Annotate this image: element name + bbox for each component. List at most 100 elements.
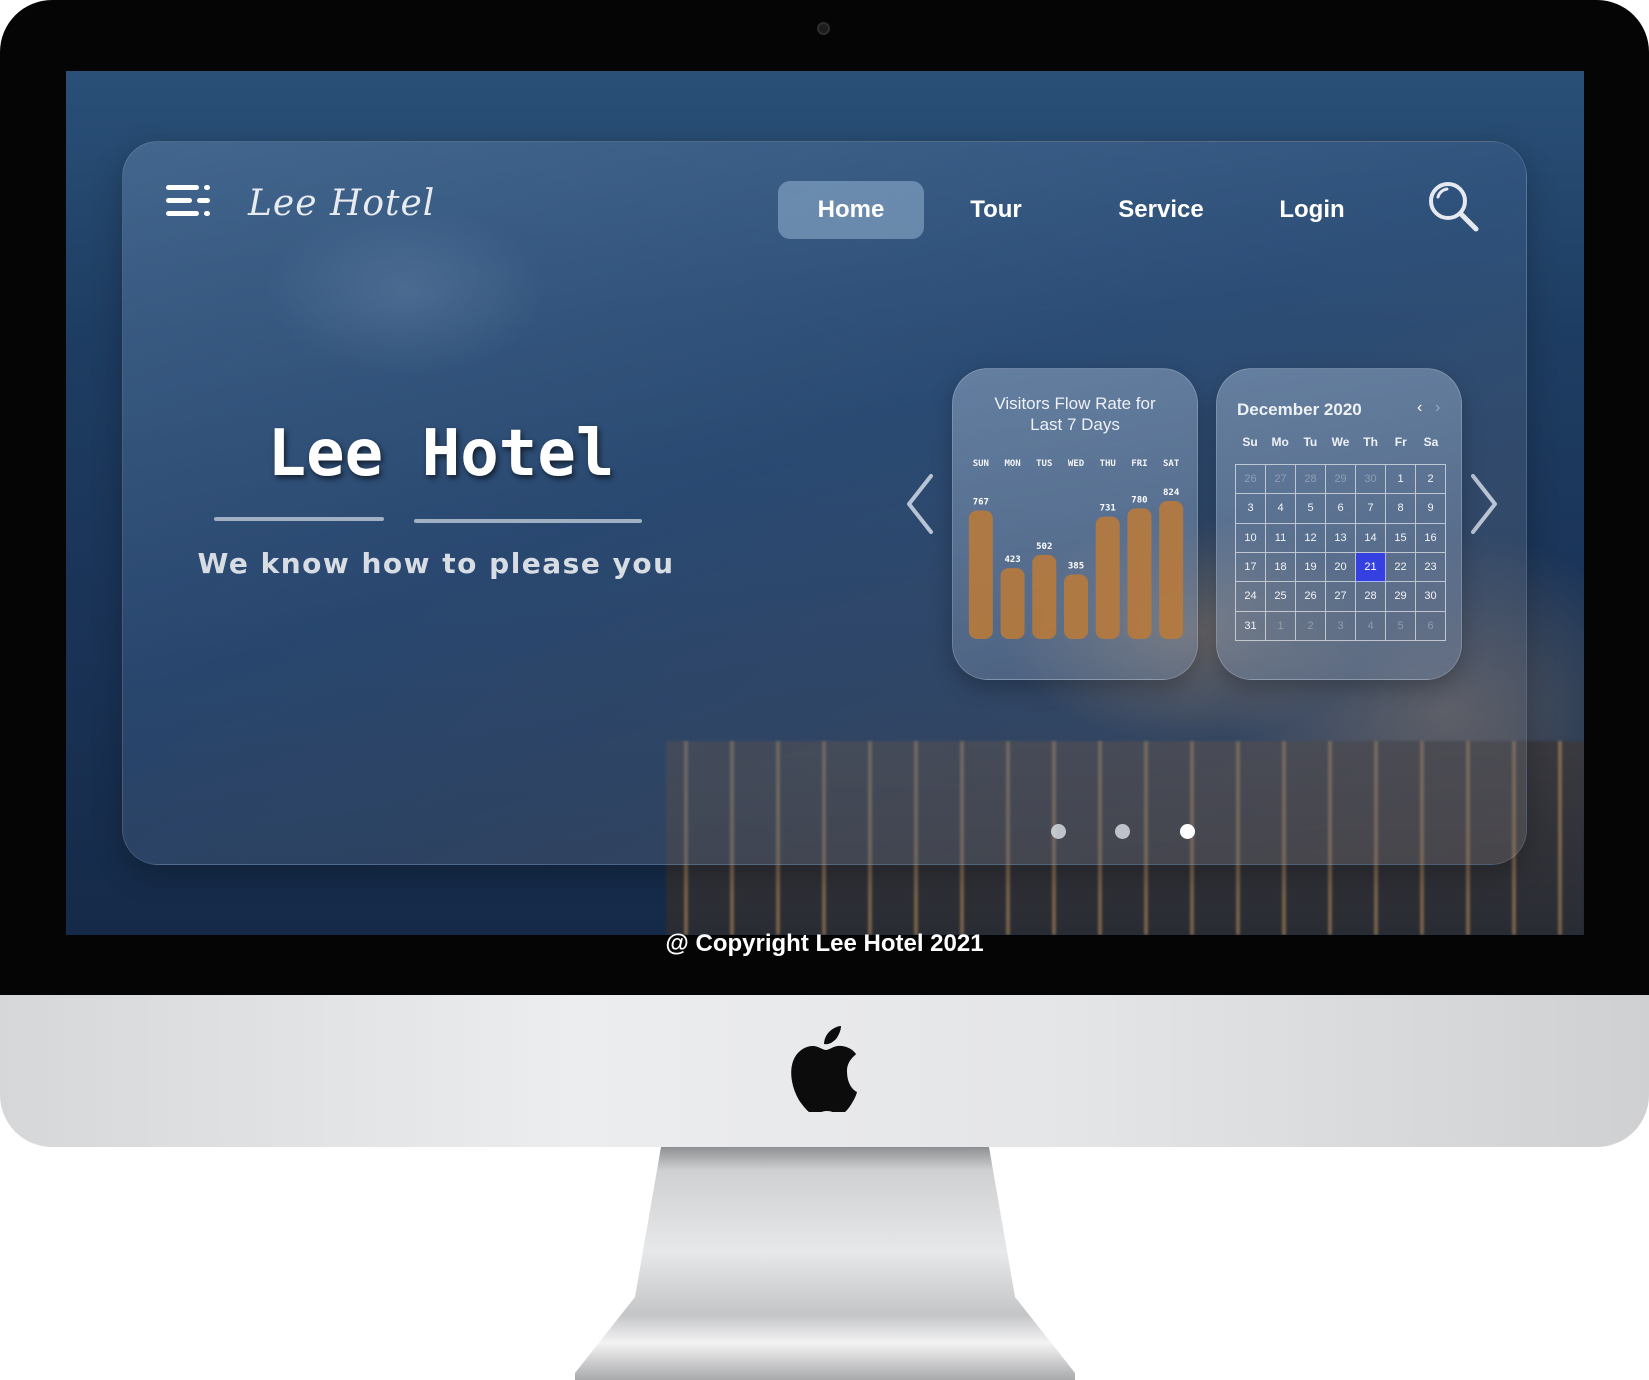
nav-tour[interactable]: Tour xyxy=(946,181,1046,239)
monitor-stand xyxy=(575,1147,1075,1380)
chart-category-label: MON xyxy=(1004,459,1020,469)
calendar-next-icon[interactable]: › xyxy=(1435,399,1440,417)
chart-category-label: SUN xyxy=(973,459,989,469)
chart-value-label: 423 xyxy=(1004,555,1020,565)
calendar-weekday-label: We xyxy=(1331,435,1350,449)
calendar-day[interactable]: 3 xyxy=(1326,611,1356,641)
calendar-weekday-label: Mo xyxy=(1271,435,1289,449)
calendar-day[interactable]: 19 xyxy=(1296,553,1326,583)
calendar-day[interactable]: 16 xyxy=(1416,523,1446,553)
title-underline-left xyxy=(214,517,384,521)
calendar-weekday-label: Th xyxy=(1363,435,1378,449)
chart-category-label: TUS xyxy=(1036,459,1052,469)
calendar-day[interactable]: 10 xyxy=(1236,523,1266,553)
calendar-weekday-row: Su Mo Tu We Th Fr Sa xyxy=(1235,435,1446,449)
monitor-chin xyxy=(0,995,1649,1147)
calendar-day[interactable]: 4 xyxy=(1266,494,1296,524)
hero-title: Lee Hotel xyxy=(267,417,615,491)
calendar-day[interactable]: 24 xyxy=(1236,582,1266,612)
chart-value-label: 780 xyxy=(1131,495,1147,505)
calendar-day[interactable]: 30 xyxy=(1416,582,1446,612)
calendar-weekday-label: Tu xyxy=(1303,435,1318,449)
nav-service[interactable]: Service xyxy=(1102,181,1220,239)
calendar-day[interactable]: 27 xyxy=(1326,582,1356,612)
calendar-day-selected[interactable]: 21 xyxy=(1356,553,1386,583)
calendar-day[interactable]: 29 xyxy=(1386,582,1416,612)
calendar-day[interactable]: 2 xyxy=(1296,611,1326,641)
chart-value-label: 385 xyxy=(1068,562,1084,572)
calendar-day[interactable]: 18 xyxy=(1266,553,1296,583)
calendar-day[interactable]: 14 xyxy=(1356,523,1386,553)
chart-bar xyxy=(1095,516,1120,639)
calendar-day[interactable]: 17 xyxy=(1236,553,1266,583)
chart-category-label: THU xyxy=(1100,459,1116,469)
calendar-day[interactable]: 1 xyxy=(1266,611,1296,641)
calendar-day[interactable]: 5 xyxy=(1296,494,1326,524)
chart-value-label: 731 xyxy=(1100,504,1116,514)
calendar-day[interactable]: 7 xyxy=(1356,494,1386,524)
calendar-day[interactable]: 6 xyxy=(1416,611,1446,641)
calendar-day[interactable]: 25 xyxy=(1266,582,1296,612)
calendar-day[interactable]: 3 xyxy=(1236,494,1266,524)
calendar-grid: 26 27 28 29 30 1 2 3 4 5 6 7 8 9 10 11 12 13 14 15 16 17 18 19 2… xyxy=(1235,464,1446,641)
chart-value-label: 767 xyxy=(973,498,989,508)
search-icon[interactable] xyxy=(1426,179,1480,233)
chart-category-label: FRI xyxy=(1131,459,1147,469)
brand-logo[interactable]: Lee Hotel xyxy=(248,183,435,224)
calendar-day[interactable]: 13 xyxy=(1326,523,1356,553)
calendar-day[interactable]: 26 xyxy=(1296,582,1326,612)
copyright-text: @ Copyright Lee Hotel 2021 xyxy=(665,930,984,957)
calendar-weekday-label: Fr xyxy=(1394,435,1407,449)
chart-category-label: WED xyxy=(1068,459,1085,469)
calendar-day[interactable]: 28 xyxy=(1296,465,1326,495)
calendar-day[interactable]: 20 xyxy=(1326,553,1356,583)
visitors-bar-chart: SUN 767 MON 423 TUS 502 WED 385 THU 731 FRI 780 SAT 8… xyxy=(968,459,1184,639)
screen: Lee Hotel Home Tour Service Login Lee Ho… xyxy=(66,71,1584,935)
calendar-month-title: December 2020 xyxy=(1237,400,1362,419)
calendar-day[interactable]: 31 xyxy=(1236,611,1266,641)
chevron-left-icon[interactable] xyxy=(905,473,935,535)
hero-subtitle: We know how to please you xyxy=(197,547,675,580)
chart-bar xyxy=(1032,554,1057,639)
nav-login[interactable]: Login xyxy=(1262,181,1362,239)
calendar-day[interactable]: 1 xyxy=(1386,465,1416,495)
calendar-weekday-label: Sa xyxy=(1423,435,1439,449)
calendar-day[interactable]: 12 xyxy=(1296,523,1326,553)
chart-bar xyxy=(1064,574,1088,639)
menu-icon[interactable] xyxy=(166,183,212,223)
calendar-day[interactable]: 27 xyxy=(1266,465,1296,495)
chevron-right-icon[interactable] xyxy=(1469,473,1499,535)
chart-bar xyxy=(968,510,993,639)
chart-bar xyxy=(1159,501,1184,639)
calendar-day[interactable]: 15 xyxy=(1386,523,1416,553)
calendar-day[interactable]: 23 xyxy=(1416,553,1446,583)
chart-value-label: 824 xyxy=(1163,488,1180,498)
visitors-chart-card: Visitors Flow Rate for Last 7 Days SUN 76… xyxy=(952,368,1198,680)
calendar-day[interactable]: 6 xyxy=(1326,494,1356,524)
calendar-day[interactable]: 30 xyxy=(1356,465,1386,495)
calendar-day[interactable]: 22 xyxy=(1386,553,1416,583)
calendar-weekday-label: Su xyxy=(1242,435,1258,449)
title-underline-right xyxy=(414,519,642,523)
calendar-day[interactable]: 11 xyxy=(1266,523,1296,553)
calendar-card: December 2020 ‹ › Su Mo Tu We Th Fr Sa 26 27 28 2… xyxy=(1216,368,1462,680)
chart-value-label: 502 xyxy=(1036,542,1052,552)
carousel-dot-3-active[interactable] xyxy=(1180,824,1195,839)
chart-category-label: SAT xyxy=(1163,459,1180,469)
chart-bar xyxy=(1000,568,1025,639)
chart-bar xyxy=(1127,508,1152,639)
apple-logo-icon xyxy=(791,1026,857,1112)
calendar-day[interactable]: 8 xyxy=(1386,494,1416,524)
calendar-day[interactable]: 5 xyxy=(1386,611,1416,641)
camera-icon xyxy=(817,22,830,35)
calendar-prev-icon[interactable]: ‹ xyxy=(1417,399,1422,417)
carousel-dot-1[interactable] xyxy=(1051,824,1066,839)
nav-home[interactable]: Home xyxy=(778,181,924,239)
calendar-day[interactable]: 28 xyxy=(1356,582,1386,612)
calendar-day[interactable]: 2 xyxy=(1416,465,1446,495)
calendar-day[interactable]: 29 xyxy=(1326,465,1356,495)
carousel-dot-2[interactable] xyxy=(1115,824,1130,839)
calendar-day[interactable]: 4 xyxy=(1356,611,1386,641)
calendar-day[interactable]: 9 xyxy=(1416,494,1446,524)
calendar-day[interactable]: 26 xyxy=(1236,465,1266,495)
